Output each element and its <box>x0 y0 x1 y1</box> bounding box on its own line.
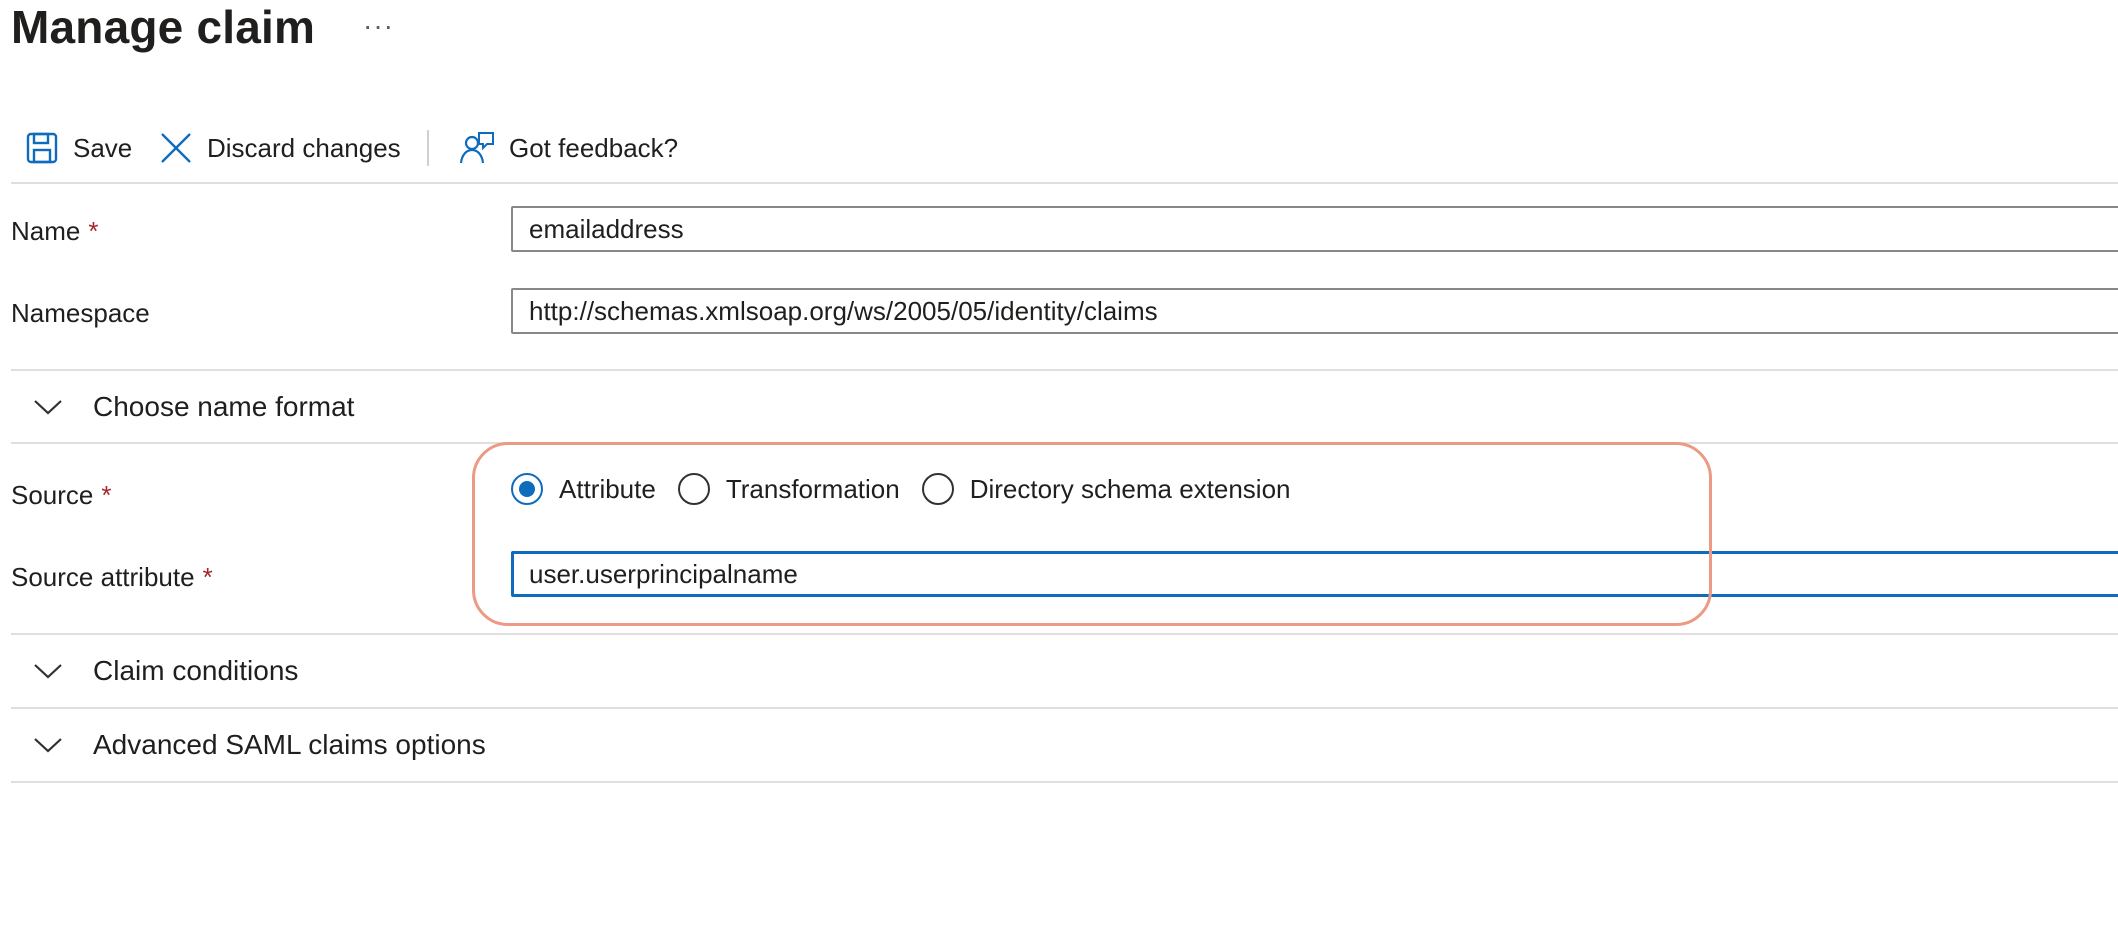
advanced-saml-claims-options-section[interactable]: Advanced SAML claims options <box>11 710 2118 780</box>
source-label-text: Source <box>11 480 94 510</box>
section-divider <box>11 633 2118 635</box>
save-button[interactable]: Save <box>25 126 132 170</box>
section-divider <box>11 707 2118 709</box>
section-divider <box>11 369 2118 371</box>
highlight-outline <box>472 442 1712 626</box>
name-label-text: Name <box>11 216 81 246</box>
namespace-label: Namespace <box>11 298 150 328</box>
chevron-down-icon <box>33 398 67 416</box>
toolbar-divider <box>427 130 429 166</box>
name-input-value: emailaddress <box>529 213 684 244</box>
page-title: Manage claim <box>11 1 316 53</box>
claim-conditions-label: Claim conditions <box>93 655 299 686</box>
discard-changes-button[interactable]: Discard changes <box>159 126 401 170</box>
required-mark: * <box>88 216 99 246</box>
claim-conditions-section[interactable]: Claim conditions <box>11 636 2118 706</box>
namespace-input-value: http://schemas.xmlsoap.org/ws/2005/05/id… <box>529 295 1158 326</box>
discard-changes-label: Discard changes <box>207 132 401 163</box>
chevron-down-icon <box>33 662 67 680</box>
got-feedback-button[interactable]: Got feedback? <box>459 126 678 170</box>
chevron-down-icon <box>33 736 67 754</box>
close-icon <box>159 131 193 165</box>
toolbar-divider-line <box>11 182 2118 184</box>
section-divider <box>11 781 2118 783</box>
feedback-icon <box>459 131 495 165</box>
source-attribute-label: Source attribute * <box>11 562 213 593</box>
got-feedback-label: Got feedback? <box>509 132 679 163</box>
name-label: Name * <box>11 216 98 247</box>
advanced-saml-claims-options-label: Advanced SAML claims options <box>93 729 486 760</box>
required-mark: * <box>202 562 213 592</box>
choose-name-format-section[interactable]: Choose name format <box>11 372 2118 442</box>
source-attribute-label-text: Source attribute <box>11 562 195 592</box>
choose-name-format-label: Choose name format <box>93 391 355 422</box>
manage-claim-page: Manage claim ··· Save Discard changes Go… <box>0 0 2118 926</box>
namespace-input[interactable]: http://schemas.xmlsoap.org/ws/2005/05/id… <box>511 288 2118 334</box>
name-input[interactable]: emailaddress <box>511 206 2118 252</box>
save-icon <box>25 131 59 165</box>
command-bar: Save Discard changes Got feedback? <box>11 126 2118 170</box>
more-options-button[interactable]: ··· <box>363 10 394 42</box>
required-mark: * <box>101 480 112 510</box>
save-label: Save <box>73 132 133 163</box>
source-label: Source * <box>11 480 112 511</box>
